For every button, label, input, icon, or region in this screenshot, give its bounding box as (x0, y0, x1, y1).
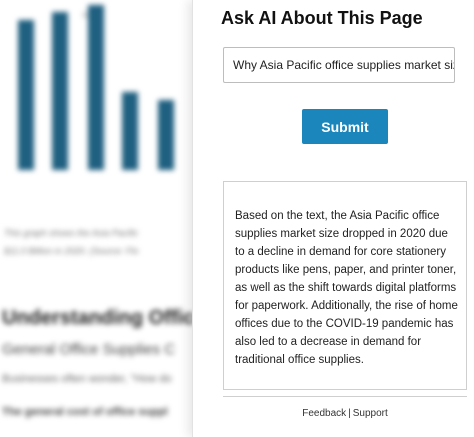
page-stage: 123.81 This graph shows the Asia Pacific… (0, 0, 474, 437)
chart-bar (18, 20, 34, 170)
background-paragraph: The general cost of office suppl (2, 406, 168, 418)
chart-bar (88, 5, 104, 170)
panel-footer: Feedback | Support (223, 396, 467, 419)
panel-title: Ask AI About This Page (221, 8, 423, 28)
background-bar-chart: 123.81 (0, 0, 200, 200)
footer-separator: | (348, 408, 351, 419)
question-input[interactable] (223, 47, 455, 83)
feedback-link[interactable]: Feedback (302, 408, 346, 419)
chart-bar (122, 92, 138, 170)
background-paragraph: Businesses often wonder, "How do (2, 373, 172, 385)
chart-bar (52, 12, 68, 170)
support-link[interactable]: Support (353, 408, 388, 419)
background-caption-line: This graph shows the Asia Pacific (4, 228, 139, 238)
submit-button[interactable]: Submit (302, 109, 388, 144)
background-heading: Understanding Office (2, 307, 206, 329)
answer-text: Based on the text, the Asia Pacific offi… (235, 210, 458, 366)
background-caption-line: $11.0 Billion in 2020. (Source: Flo (4, 246, 139, 256)
background-subheading: General Office Supplies C (2, 341, 176, 358)
ask-ai-panel: Ask AI About This Page Submit Based on t… (192, 0, 474, 437)
chart-bar (158, 100, 174, 170)
answer-box: Based on the text, the Asia Pacific offi… (223, 181, 467, 390)
